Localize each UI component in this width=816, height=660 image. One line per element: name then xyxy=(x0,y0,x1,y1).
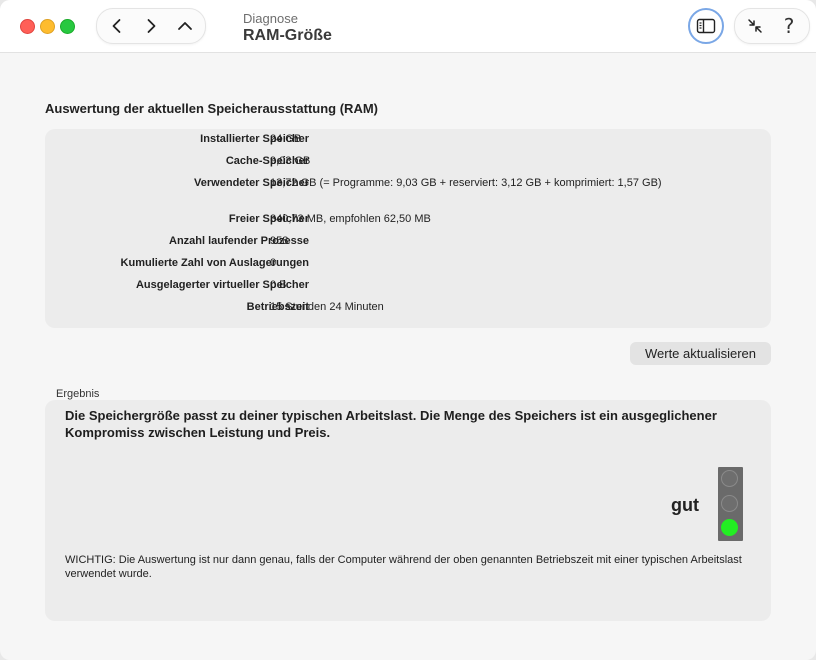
info-value: 958 xyxy=(270,235,289,247)
chevron-right-icon xyxy=(147,19,156,33)
result-verdict: Die Speichergröße passt zu deiner typisc… xyxy=(65,408,717,440)
sidebar-icon xyxy=(696,18,716,34)
info-row: Verwendeter Speicher 13,72 GB (= Program… xyxy=(45,177,771,193)
refresh-values-button[interactable]: Werte aktualisieren xyxy=(630,342,771,365)
window-subtitle: Diagnose xyxy=(243,11,298,26)
info-row: Ausgelagerter virtueller Speicher 0 B xyxy=(45,279,771,295)
result-note: WICHTIG: Die Auswertung ist nur dann gen… xyxy=(65,554,742,580)
collapse-button[interactable] xyxy=(738,9,772,43)
result-panel: Die Speichergröße passt zu deiner typisc… xyxy=(45,400,771,621)
traffic-light-indicator xyxy=(718,467,743,541)
tool-group: ? xyxy=(734,8,810,44)
toggle-sidebar-button[interactable] xyxy=(688,8,724,44)
up-button[interactable] xyxy=(168,9,202,43)
back-button[interactable] xyxy=(100,9,134,43)
navigation-group xyxy=(96,8,206,44)
green-lamp xyxy=(721,519,738,536)
window-title: RAM-Größe xyxy=(243,27,332,44)
close-window-button[interactable] xyxy=(20,19,35,34)
collapse-arrows-icon xyxy=(748,19,762,33)
app-window: Diagnose RAM-Größe ? Auswertung der aktu… xyxy=(0,0,816,660)
help-button[interactable]: ? xyxy=(772,9,806,43)
chevron-left-icon xyxy=(112,19,121,33)
info-row: Kumulierte Zahl von Auslagerungen 0 xyxy=(45,257,771,273)
yellow-lamp xyxy=(721,495,738,512)
info-row: Anzahl laufender Prozesse 958 xyxy=(45,235,771,251)
info-value: 0 xyxy=(270,257,277,269)
info-value: 340,73 MB, empfohlen 62,50 MB xyxy=(270,213,431,225)
info-value: 0 B xyxy=(270,279,287,291)
info-row: Freier Speicher 340,73 MB, empfohlen 62,… xyxy=(45,213,771,229)
info-row: Betriebszeit 15 Stunden 24 Minuten xyxy=(45,301,771,317)
red-lamp xyxy=(721,470,738,487)
section-title: Auswertung der aktuellen Speicherausstat… xyxy=(45,101,378,116)
zoom-window-button[interactable] xyxy=(60,19,75,34)
info-row: Installierter Speicher 24 GB xyxy=(45,133,771,149)
info-label: Kumulierte Zahl von Auslagerungen xyxy=(120,257,309,269)
minimize-window-button[interactable] xyxy=(40,19,55,34)
info-value: 24 GB xyxy=(270,133,302,145)
forward-button[interactable] xyxy=(134,9,168,43)
info-value: 15 Stunden 24 Minuten xyxy=(270,301,384,313)
info-value: 9,03 GB xyxy=(270,155,311,167)
chevron-up-icon xyxy=(178,22,192,30)
help-icon: ? xyxy=(783,14,795,38)
ram-info-panel: Installierter Speicher 24 GB Cache-Speic… xyxy=(45,129,771,328)
result-label: Ergebnis xyxy=(56,388,100,400)
info-row: Cache-Speicher 9,03 GB xyxy=(45,155,771,171)
info-value: 13,72 GB (= Programme: 9,03 GB + reservi… xyxy=(270,177,662,189)
title-bar: Diagnose RAM-Größe ? xyxy=(0,0,816,53)
rating-label: gut xyxy=(671,495,699,515)
